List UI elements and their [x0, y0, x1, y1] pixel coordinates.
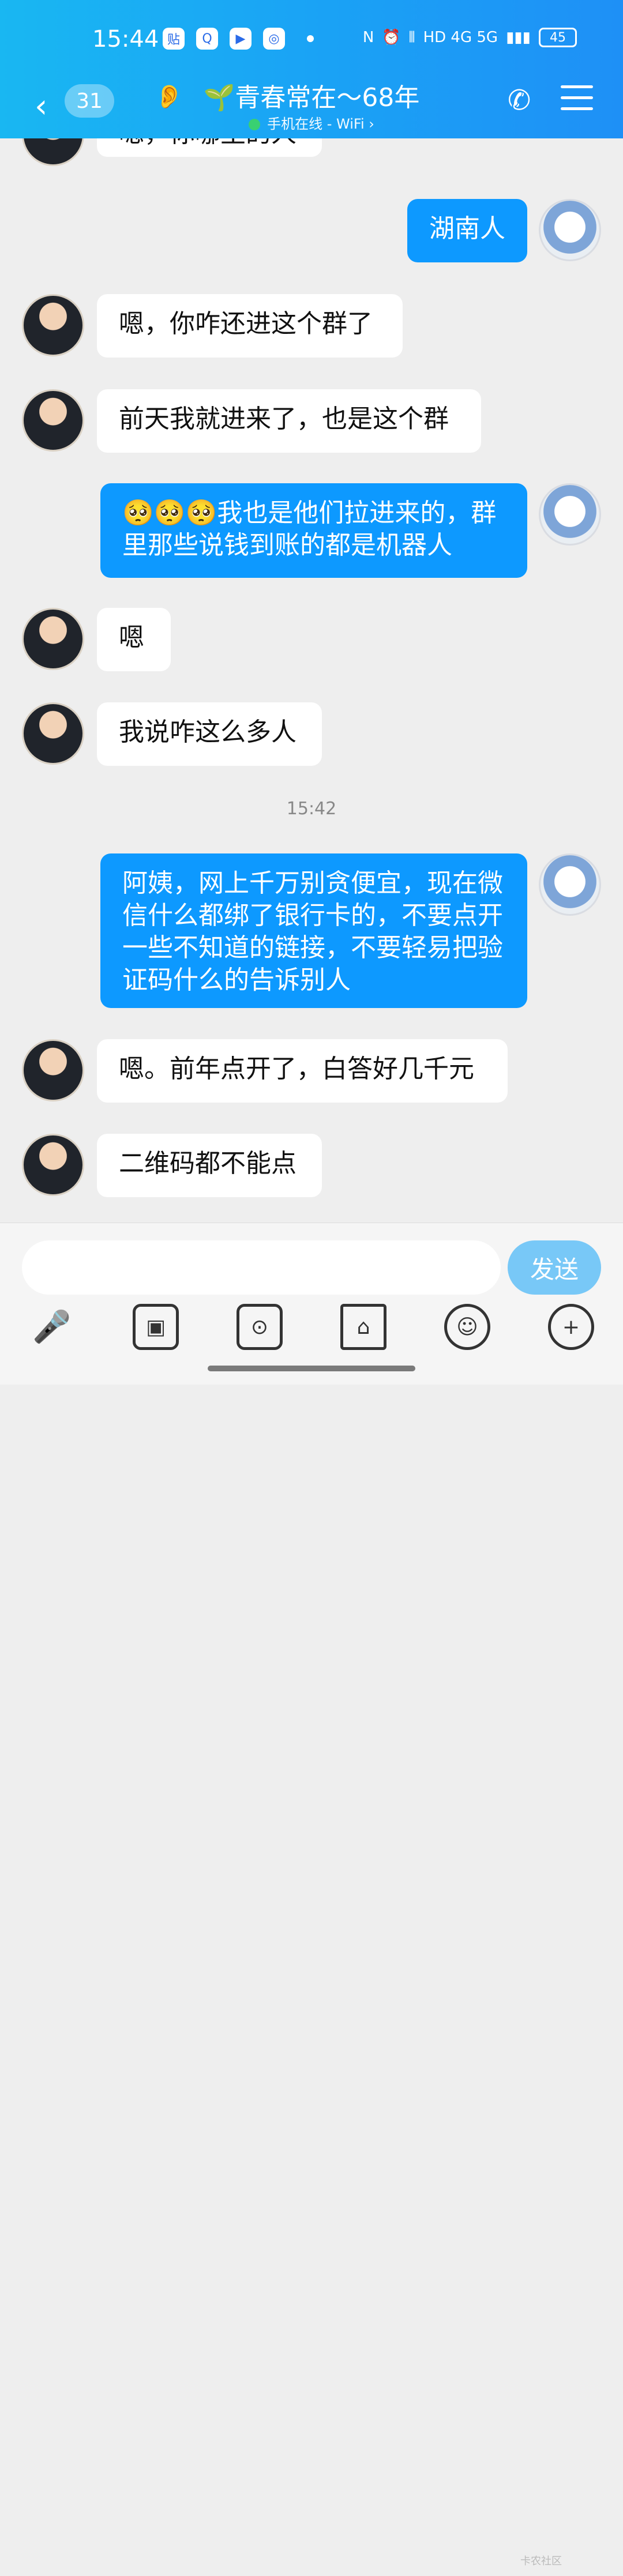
self-avatar[interactable] [539, 853, 601, 916]
contact-status: 手机在线 - WiFi › [150, 115, 473, 133]
contact-title[interactable]: 🌱青春常在～68年 手机在线 - WiFi › [150, 81, 473, 133]
vibrate-icon: ⫴ [408, 28, 415, 46]
online-status-icon [249, 119, 261, 130]
navigation-bar: ‹ 31 👂 🌱青春常在～68年 手机在线 - WiFi › ✆ [0, 81, 623, 138]
message-bubble[interactable]: 嗯，你咋还进这个群了 [97, 294, 403, 358]
status-bar: 15:44 贴 Q ▶ ◎ N ⏰ ⫴ HD 4G 5G ▮▮▮ 45 [0, 0, 623, 81]
spotify-icon: ◎ [263, 28, 285, 50]
contact-subtitle: 手机在线 - WiFi › [267, 116, 374, 132]
camera-icon[interactable]: ⊙ [237, 1304, 283, 1350]
message-bubble[interactable]: 前天我就进来了，也是这个群 [97, 389, 481, 453]
unread-count-badge[interactable]: 31 [65, 84, 114, 118]
battery-icon: 45 [539, 28, 577, 47]
phone-call-icon[interactable]: ✆ [508, 84, 531, 116]
notification-dot-icon [307, 35, 314, 42]
home-indicator[interactable] [208, 1366, 415, 1371]
message-timestamp: 15:42 [286, 799, 337, 819]
message-input[interactable] [22, 1240, 501, 1295]
self-avatar[interactable] [539, 483, 601, 546]
message-bubble[interactable]: 阿姨，网上千万别贪便宜，现在微信什么都绑了银行卡的，不要点开一些不知道的链接，不… [100, 853, 527, 1008]
menu-icon[interactable] [561, 85, 593, 118]
plus-icon[interactable]: + [548, 1304, 594, 1350]
network-label: HD 4G 5G [423, 29, 498, 46]
message-bubble[interactable]: 嗯 [97, 608, 171, 671]
signal-icon: ▮▮▮ [506, 29, 531, 46]
image-icon[interactable]: ▣ [133, 1304, 179, 1350]
contact-name: 🌱青春常在～68年 [203, 83, 420, 112]
message-bubble[interactable]: 🥺🥺🥺我也是他们拉进来的，群里那些说钱到账的都是机器人 [100, 483, 527, 578]
back-button[interactable]: ‹ [35, 88, 47, 125]
tieba-icon: 贴 [163, 28, 185, 50]
message-bubble[interactable]: 二维码都不能点 [97, 1134, 322, 1197]
contact-avatar[interactable] [22, 1134, 84, 1196]
system-status: N ⏰ ⫴ HD 4G 5G ▮▮▮ 45 [363, 28, 577, 47]
message-bubble[interactable]: 嗯。前年点开了，白答好几千元 [97, 1039, 508, 1103]
qq-icon: Q [196, 28, 218, 50]
contact-avatar[interactable] [22, 389, 84, 452]
voice-input-icon[interactable]: 🎤 [29, 1304, 75, 1350]
contact-avatar[interactable] [22, 608, 84, 670]
chat-tools-bar: 🎤 ▣ ⊙ ⌂ ☺ + [0, 1304, 623, 1362]
send-button[interactable]: 发送 [508, 1240, 601, 1295]
emoji-icon[interactable]: ☺ [444, 1304, 490, 1350]
nfc-icon: N [362, 29, 374, 46]
red-packet-icon[interactable]: ⌂ [340, 1304, 386, 1350]
contact-avatar[interactable] [22, 294, 84, 356]
self-avatar[interactable] [539, 199, 601, 261]
status-app-icons: 贴 Q ▶ ◎ [163, 28, 314, 50]
status-time: 15:44 [92, 26, 159, 52]
message-bubble[interactable]: 湖南人 [407, 199, 527, 262]
message-input-bar: 发送 🎤 ▣ ⊙ ⌂ ☺ + 卡农社区 [0, 1223, 623, 2567]
message-bubble[interactable]: 我说咋这么多人 [97, 702, 322, 766]
video-app-icon: ▶ [230, 28, 252, 50]
contact-avatar[interactable] [22, 1039, 84, 1101]
chat-header: 15:44 贴 Q ▶ ◎ N ⏰ ⫴ HD 4G 5G ▮▮▮ 45 ‹ 31… [0, 0, 623, 138]
contact-avatar[interactable] [22, 702, 84, 765]
watermark-logo: 卡农社区 [520, 2555, 562, 2567]
alarm-icon: ⏰ [382, 29, 401, 46]
